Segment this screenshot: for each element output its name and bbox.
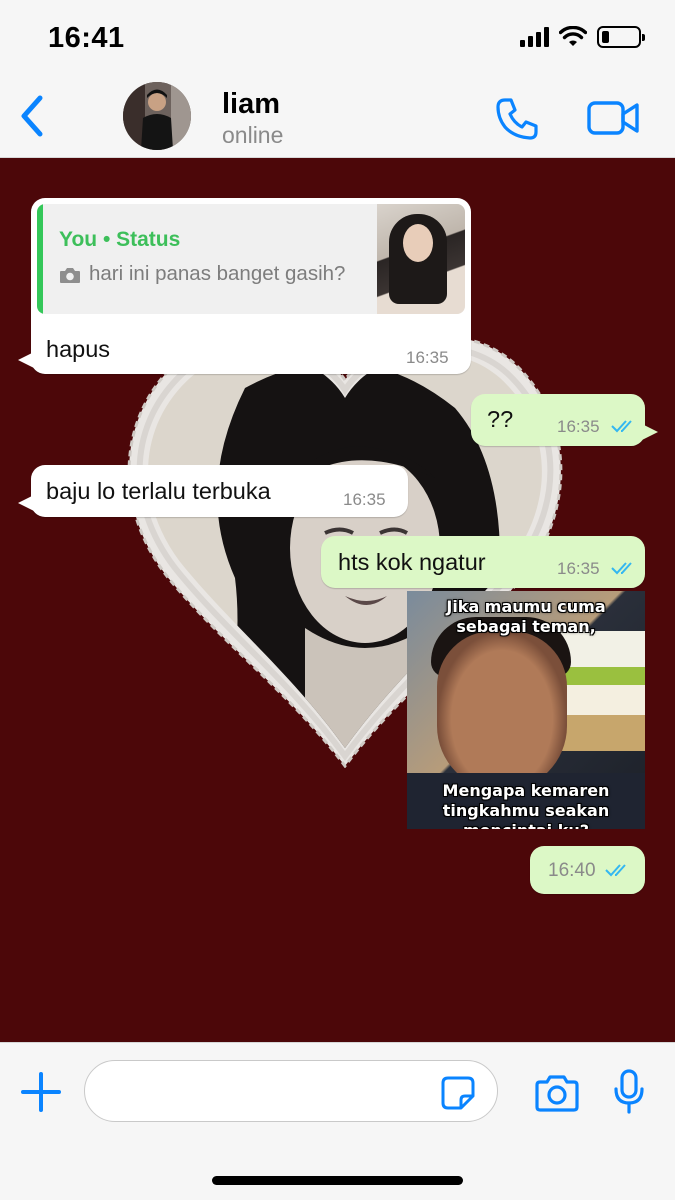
quoted-status-reply[interactable]: You • Status hari ini panas banget gasih… bbox=[37, 204, 465, 314]
read-receipt-icon bbox=[605, 864, 626, 877]
battery-level bbox=[602, 31, 609, 43]
read-receipt-icon bbox=[611, 562, 632, 575]
microphone-button[interactable] bbox=[612, 1069, 646, 1115]
message-text: hapus bbox=[46, 336, 111, 362]
message-bubble-incoming[interactable]: baju lo terlalu terbuka 16:35 bbox=[18, 465, 408, 517]
bubble-tail bbox=[18, 352, 34, 368]
reply-accent-bar bbox=[37, 204, 43, 314]
message-bubble-outgoing[interactable]: hts kok ngatur 16:35 bbox=[321, 536, 645, 588]
video-call-button[interactable] bbox=[586, 98, 640, 138]
contact-status: online bbox=[222, 122, 284, 148]
bubble-tail bbox=[18, 495, 34, 511]
status-icons bbox=[520, 26, 645, 48]
status-time: 16:41 bbox=[48, 22, 125, 54]
message-time: 16:35 bbox=[406, 348, 449, 367]
contact-avatar[interactable] bbox=[123, 82, 191, 150]
wifi-icon bbox=[559, 26, 587, 46]
message-text: baju lo terlalu terbuka bbox=[46, 478, 271, 504]
meme-caption-top: Jika maumu cuma sebagai teman, bbox=[446, 597, 606, 636]
back-button[interactable] bbox=[14, 92, 50, 140]
battery-icon bbox=[597, 26, 645, 48]
meme-image[interactable]: Jika maumu cuma sebagai teman, Mengapa k… bbox=[407, 591, 645, 829]
message-text: hts kok ngatur bbox=[338, 549, 486, 575]
message-time: 16:35 bbox=[557, 559, 600, 578]
sticker-icon[interactable] bbox=[440, 1075, 476, 1111]
attach-plus-button[interactable] bbox=[20, 1071, 62, 1113]
cellular-signal-icon bbox=[520, 27, 549, 47]
message-bubble-incoming[interactable]: You • Status hari ini panas banget gasih… bbox=[18, 198, 471, 374]
meme-caption-bottom: Mengapa kemaren tingkahmu seakan mencint… bbox=[442, 781, 610, 829]
camera-button[interactable] bbox=[534, 1073, 580, 1113]
chat-header: liam online bbox=[0, 78, 675, 158]
message-text: ?? bbox=[487, 406, 514, 432]
home-indicator bbox=[212, 1176, 463, 1185]
message-composer bbox=[0, 1042, 675, 1200]
message-bubble-outgoing[interactable]: ?? 16:35 bbox=[471, 394, 658, 446]
message-bubble-outgoing[interactable]: 16:40 bbox=[530, 846, 645, 894]
voice-call-button[interactable] bbox=[494, 96, 540, 142]
chat-area[interactable]: You • Status hari ini panas banget gasih… bbox=[0, 158, 675, 1042]
message-time: 16:35 bbox=[343, 490, 386, 509]
message-input[interactable] bbox=[84, 1060, 498, 1122]
status-bar: 16:41 bbox=[0, 0, 675, 78]
reply-title: You • Status bbox=[59, 228, 181, 251]
reply-text: hari ini panas banget gasih? bbox=[89, 262, 346, 285]
message-time: 16:35 bbox=[557, 417, 600, 436]
camera-icon bbox=[60, 268, 80, 283]
contact-name[interactable]: liam bbox=[222, 88, 280, 121]
message-time: 16:40 bbox=[548, 860, 596, 881]
avatar-photo bbox=[123, 82, 191, 150]
status-thumbnail bbox=[377, 204, 465, 314]
meme-face bbox=[437, 631, 567, 791]
bubble-tail bbox=[642, 424, 658, 440]
read-receipt-icon bbox=[611, 420, 632, 433]
